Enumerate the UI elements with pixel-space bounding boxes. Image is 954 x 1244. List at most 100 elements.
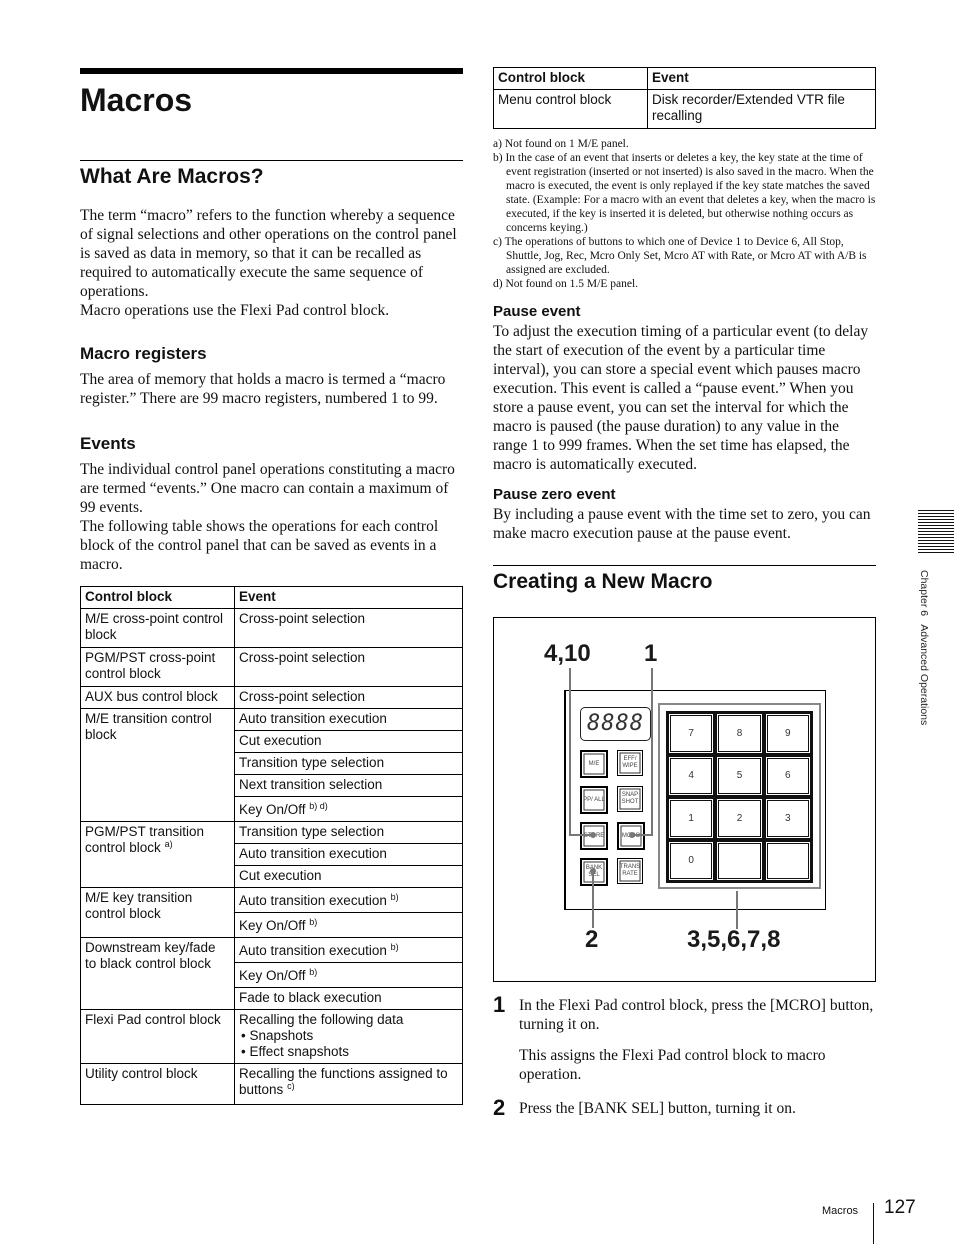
event-cell: Auto transition execution — [234, 843, 463, 866]
callout-mcro: 1 — [644, 640, 658, 667]
control-block-cell: M/E key transition control block — [80, 887, 235, 938]
flexi-pad-diagram: 4,10 1 2 3,5,6,7,8 8888 M/E EFF/ WIPE PP… — [493, 617, 876, 982]
key-7[interactable]: 7 — [668, 713, 715, 754]
footnote-ref: b) — [309, 967, 318, 977]
what-are-macros-para2: Macro operations use the Flexi Pad contr… — [80, 302, 390, 319]
pp-all-button[interactable]: PP/ ALL — [580, 786, 608, 814]
key-4[interactable]: 4 — [668, 755, 715, 796]
footnote-ref: c) — [287, 1081, 295, 1091]
footnote-ref: b) — [390, 892, 399, 902]
left-column: Macros What Are Macros? The term “macro”… — [80, 68, 463, 1105]
table-row: M/E transition control block Auto transi… — [80, 708, 463, 822]
callout-keypad: 3,5,6,7,8 — [687, 926, 781, 953]
key-1[interactable]: 1 — [668, 798, 715, 839]
events-para1: The individual control panel operations … — [80, 461, 455, 516]
step-text: Press the [BANK SEL] button, turning it … — [519, 1100, 796, 1117]
section-heading-creating-new-macro: Creating a New Macro — [493, 570, 713, 593]
pause-event-para: To adjust the execution timing of a part… — [493, 323, 869, 473]
table-header-row: Control block Event — [493, 67, 876, 90]
event-cell: Transition type selection — [234, 752, 463, 775]
event-text: Auto transition execution — [239, 943, 387, 958]
event-cell: Key On/Off b) — [234, 962, 463, 988]
control-block-cell: M/E cross-point control block — [80, 608, 235, 648]
event-cell: Cut execution — [234, 865, 463, 888]
bullet-item: • Effect snapshots — [241, 1044, 350, 1059]
flexi-pad-panel: 8888 M/E EFF/ WIPE PP/ ALL SNAP SHOT STO… — [564, 690, 826, 910]
section-rule — [493, 565, 876, 566]
trans-rate-button[interactable]: TRANS RATE — [617, 858, 643, 884]
events-table: Control block Event M/E cross-point cont… — [80, 586, 463, 1105]
footnote-ref: b) d) — [309, 801, 328, 811]
step-2: 2 Press the [BANK SEL] button, turning i… — [493, 1095, 876, 1120]
footer-divider — [873, 1203, 874, 1244]
events-para2: The following table shows the operations… — [80, 518, 439, 573]
event-cell: Cross-point selection — [234, 608, 463, 648]
event-cell: Cross-point selection — [234, 647, 463, 687]
table-row: Downstream key/fade to black control blo… — [80, 937, 463, 1010]
control-block-cell: AUX bus control block — [80, 686, 235, 709]
control-block-cell: Flexi Pad control block — [80, 1009, 235, 1064]
right-column: Control block Event Menu control block D… — [493, 67, 876, 1120]
section-rule — [80, 160, 463, 161]
chapter-tab-label: Chapter 6 Advanced Operations — [918, 570, 930, 726]
bullet-item: • Snapshots — [241, 1028, 314, 1043]
key-2[interactable]: 2 — [716, 798, 763, 839]
control-block-cell: Downstream key/fade to black control blo… — [80, 937, 235, 1010]
leader-line-keypad — [736, 891, 738, 929]
event-cell: Auto transition execution — [234, 708, 463, 731]
step-number: 2 — [493, 1095, 506, 1120]
footnote-a: a) Not found on 1 M/E panel. — [493, 138, 629, 150]
callout-bank-sel: 2 — [585, 926, 599, 953]
table-row: Menu control block Disk recorder/Extende… — [493, 89, 876, 129]
chapter-tab-lines — [918, 510, 954, 555]
leader-line-mcro-h — [633, 834, 653, 836]
page-title: Macros — [80, 82, 193, 118]
control-block-cell: PGM/PST transition control block a) — [80, 821, 235, 888]
section-heading-what-are-macros: What Are Macros? — [80, 165, 264, 188]
key-5[interactable]: 5 — [716, 755, 763, 796]
event-text: Recalling the following data — [239, 1012, 404, 1027]
event-cell: Recalling the following data • Snapshots… — [234, 1009, 463, 1064]
callout-store: 4,10 — [544, 640, 591, 667]
table-row: AUX bus control block Cross-point select… — [80, 686, 463, 709]
key-8[interactable]: 8 — [716, 713, 763, 754]
footer-section-label: Macros — [822, 1205, 859, 1217]
leader-line-mcro — [651, 668, 653, 835]
what-are-macros-para1: The term “macro” refers to the function … — [80, 207, 457, 300]
control-block-cell: Utility control block — [80, 1063, 235, 1105]
snapshot-button[interactable]: SNAP SHOT — [617, 786, 643, 812]
footnote-ref: b) — [309, 917, 318, 927]
page-number: 127 — [884, 1197, 916, 1218]
table-row: M/E cross-point control block Cross-poin… — [80, 608, 463, 648]
footnote-ref: b) — [390, 942, 399, 952]
event-cell: Auto transition execution b) — [234, 937, 463, 963]
step-text: In the Flexi Pad control block, press th… — [519, 997, 874, 1033]
key-blank-1[interactable] — [716, 840, 763, 881]
key-9[interactable]: 9 — [764, 713, 811, 754]
event-text: Key On/Off — [239, 918, 306, 933]
event-text: Key On/Off — [239, 802, 306, 817]
mcro-indicator-dot — [629, 832, 635, 838]
key-6[interactable]: 6 — [764, 755, 811, 796]
events-table-continued: Control block Event Menu control block D… — [493, 67, 876, 129]
event-cell: Key On/Off b) d) — [234, 796, 463, 822]
key-blank-2[interactable] — [764, 840, 811, 881]
event-text: Auto transition execution — [239, 893, 387, 908]
event-cell: Fade to black execution — [234, 987, 463, 1010]
control-block-text: PGM/PST transition control block — [85, 824, 205, 855]
eff-wipe-button[interactable]: EFF/ WIPE — [617, 750, 643, 776]
footnotes: a) Not found on 1 M/E panel. b) In the c… — [493, 137, 876, 291]
event-cell: Recalling the functions assigned to butt… — [234, 1063, 463, 1105]
me-button[interactable]: M/E — [580, 750, 608, 778]
event-cell: Transition type selection — [234, 821, 463, 844]
event-cell: Cross-point selection — [234, 686, 463, 709]
table-row: PGM/PST transition control block a) Tran… — [80, 821, 463, 888]
header-control-block: Control block — [493, 67, 648, 90]
key-3[interactable]: 3 — [764, 798, 811, 839]
leader-line-store — [569, 668, 571, 835]
table-row: Utility control block Recalling the func… — [80, 1063, 463, 1105]
key-0[interactable]: 0 — [668, 840, 715, 881]
event-cell: Next transition selection — [234, 774, 463, 797]
footnote-b: b) In the case of an event that inserts … — [493, 152, 876, 234]
header-control-block: Control block — [80, 586, 235, 609]
